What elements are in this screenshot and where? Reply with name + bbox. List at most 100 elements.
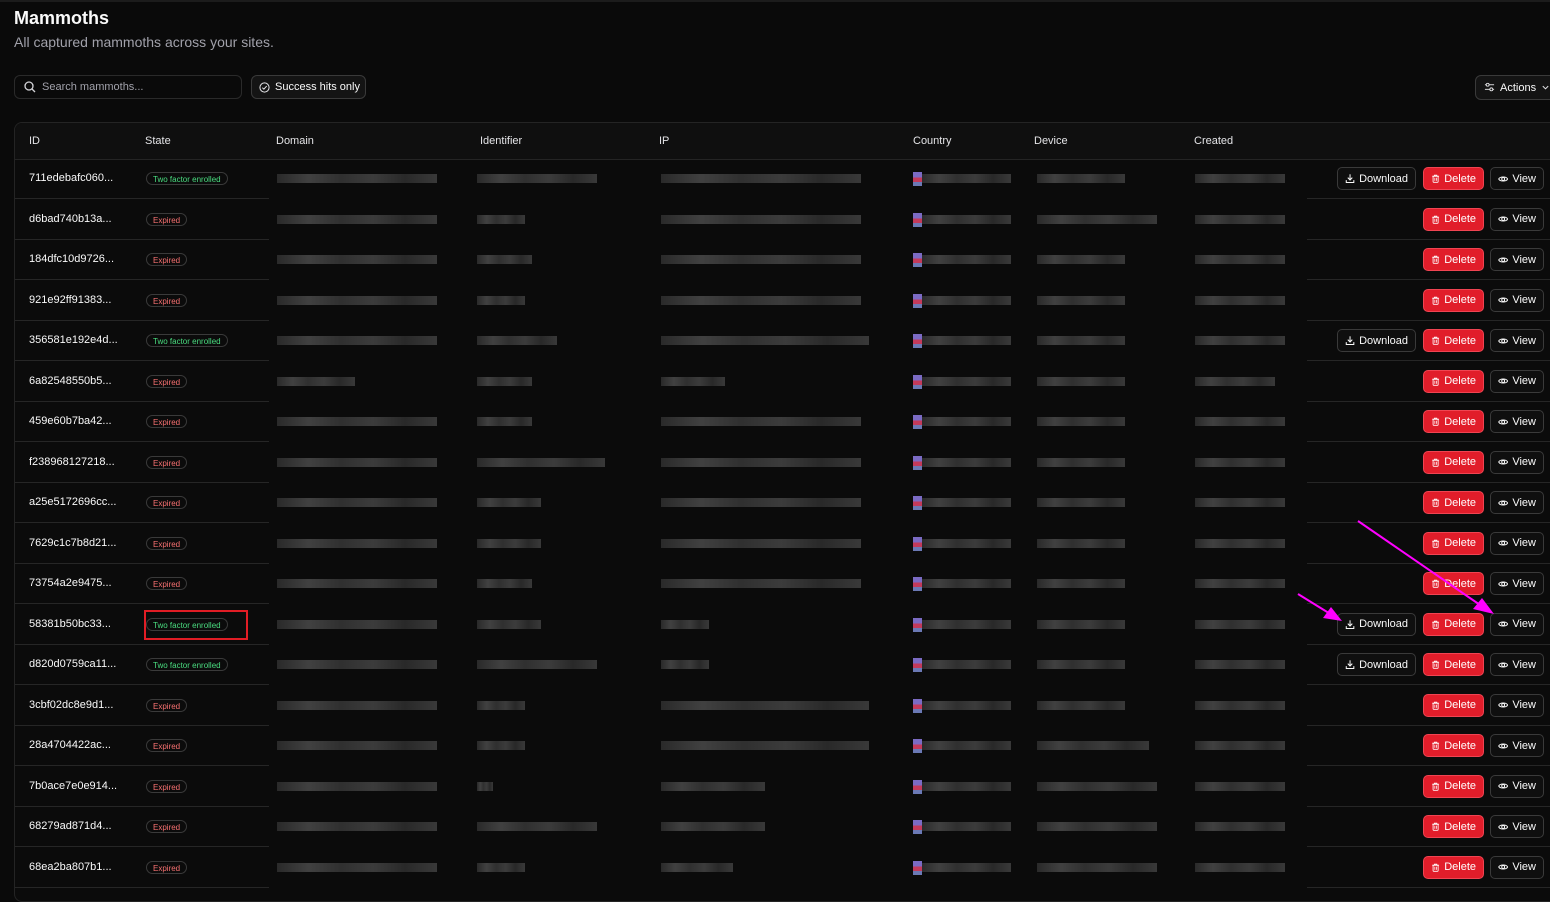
view-button[interactable]: View [1490,410,1544,433]
view-button[interactable]: View [1490,653,1544,676]
view-button[interactable]: View [1490,815,1544,838]
table-row[interactable]: f238968127218... Expired Delete View [15,443,1550,483]
delete-button[interactable]: Delete [1423,531,1484,555]
trash-icon [1432,579,1440,588]
delete-label: Delete [1444,172,1476,185]
eye-icon [1498,702,1509,708]
delete-button[interactable]: Delete [1423,815,1484,838]
table-row[interactable]: 73754a2e9475... Expired Delete View [15,564,1550,604]
delete-button[interactable]: Delete [1423,410,1484,433]
view-button[interactable]: View [1490,531,1544,555]
table-row[interactable]: 7629c1c7b8d21... Expired Delete View [15,524,1550,564]
delete-button[interactable]: Delete [1423,207,1484,231]
view-button[interactable]: View [1490,167,1544,190]
delete-button[interactable]: Delete [1423,653,1484,676]
state-badge: Expired [146,820,188,833]
search-input[interactable] [42,81,232,93]
eye-icon [1498,297,1509,303]
download-button[interactable]: Download [1337,329,1416,352]
view-button[interactable]: View [1490,248,1544,271]
download-button[interactable]: Download [1337,653,1416,676]
eye-icon [1498,499,1509,506]
view-button[interactable]: View [1490,855,1544,879]
table-row[interactable]: 3cbf02dc8e9d1... Expired Delete View [15,686,1550,726]
cell-identifier-redacted [477,376,532,386]
table-row[interactable]: d820d0759ca11... Two factor enrolled Downl… [15,645,1550,685]
delete-button[interactable]: Delete [1423,855,1484,879]
delete-button[interactable]: Delete [1423,450,1484,474]
state-badge: Expired [146,212,188,226]
delete-button[interactable]: Delete [1423,572,1484,595]
table-row[interactable]: a25e5172696cc... Expired Delete View [15,483,1550,523]
cell-identifier-redacted [477,174,597,183]
table-row[interactable]: 68ea2ba807b1... Expired Delete View [15,848,1550,888]
delete-button[interactable]: Delete [1423,612,1484,636]
view-button[interactable]: View [1490,207,1544,231]
cell-ip-redacted [661,619,709,629]
view-button[interactable]: View [1490,329,1544,352]
table-row[interactable]: 7b0ace7e0e914... Expired Delete View [15,767,1550,807]
cell-id: 3cbf02dc8e9d1... [29,698,114,711]
delete-button[interactable]: Delete [1423,288,1484,312]
table-row[interactable]: 184dfc10d9726... Expired Delete View [15,240,1550,280]
delete-label: Delete [1444,739,1476,752]
cell-identifier-redacted [477,457,605,467]
delete-button[interactable]: Delete [1423,774,1484,798]
page-subtitle: All captured mammoths across your sites. [14,34,274,50]
table-row[interactable]: 6a82548550b5... Expired Delete View [15,362,1550,402]
view-label: View [1512,618,1536,630]
top-border [0,0,1550,2]
table-row[interactable]: 711edebafc060... Two factor enrolled Downl… [15,159,1550,199]
cell-domain-redacted [277,417,437,426]
delete-button[interactable]: Delete [1423,734,1484,757]
view-button[interactable]: View [1490,450,1544,474]
success-hits-filter-button[interactable]: Success hits only [251,75,366,99]
view-button[interactable]: View [1490,734,1544,757]
table-row[interactable]: 68279ad871d4... Expired Delete View [15,807,1550,847]
cell-domain-redacted [277,174,437,183]
cell-country-redacted [921,376,1011,386]
view-label: View [1512,334,1536,347]
column-header-domain: Domain [276,135,314,147]
cell-domain-redacted [277,295,437,305]
delete-button[interactable]: Delete [1423,491,1484,514]
view-button[interactable]: View [1490,491,1544,514]
table-row[interactable]: d6bad740b13a... Expired Delete View [15,200,1550,240]
table-row[interactable]: 356581e192e4d... Two factor enrolled Downl… [15,321,1550,361]
cell-domain-redacted [277,336,437,345]
column-header-identifier: Identifier [480,135,523,147]
delete-button[interactable]: Delete [1423,248,1484,271]
trash-icon [1432,296,1440,305]
view-label: View [1512,375,1536,387]
cell-created-redacted [1195,498,1285,507]
download-button[interactable]: Download [1337,612,1416,636]
view-button[interactable]: View [1490,288,1544,312]
cell-ip-redacted [661,660,709,669]
country-flag-icon [913,172,922,186]
delete-button[interactable]: Delete [1423,167,1484,190]
cell-country-redacted [921,700,1011,710]
delete-button[interactable]: Delete [1423,369,1484,393]
table-row[interactable]: 28a4704422ac... Expired Delete View [15,726,1550,766]
cell-id: 58381b50bc33... [29,617,111,630]
cell-identifier-redacted [477,619,541,629]
cell-device-redacted [1037,781,1157,791]
state-badge: Expired [146,455,188,469]
actions-button[interactable]: Actions [1475,75,1550,100]
view-button[interactable]: View [1490,693,1544,717]
cell-country-redacted [921,660,1011,669]
search-box[interactable] [14,75,242,99]
view-button[interactable]: View [1490,572,1544,595]
table-row[interactable]: 459e60b7ba42... Expired Delete View [15,402,1550,442]
table-row[interactable]: 921e92ff91383... Expired Delete View [15,281,1550,321]
delete-button[interactable]: Delete [1423,329,1484,352]
view-button[interactable]: View [1490,612,1544,636]
cell-domain-redacted [277,822,437,831]
cell-device-redacted [1037,376,1125,386]
cell-id: 356581e192e4d... [29,334,118,346]
download-button[interactable]: Download [1337,167,1416,190]
delete-button[interactable]: Delete [1423,693,1484,717]
view-button[interactable]: View [1490,774,1544,798]
country-flag-icon [913,212,922,227]
view-button[interactable]: View [1490,369,1544,393]
